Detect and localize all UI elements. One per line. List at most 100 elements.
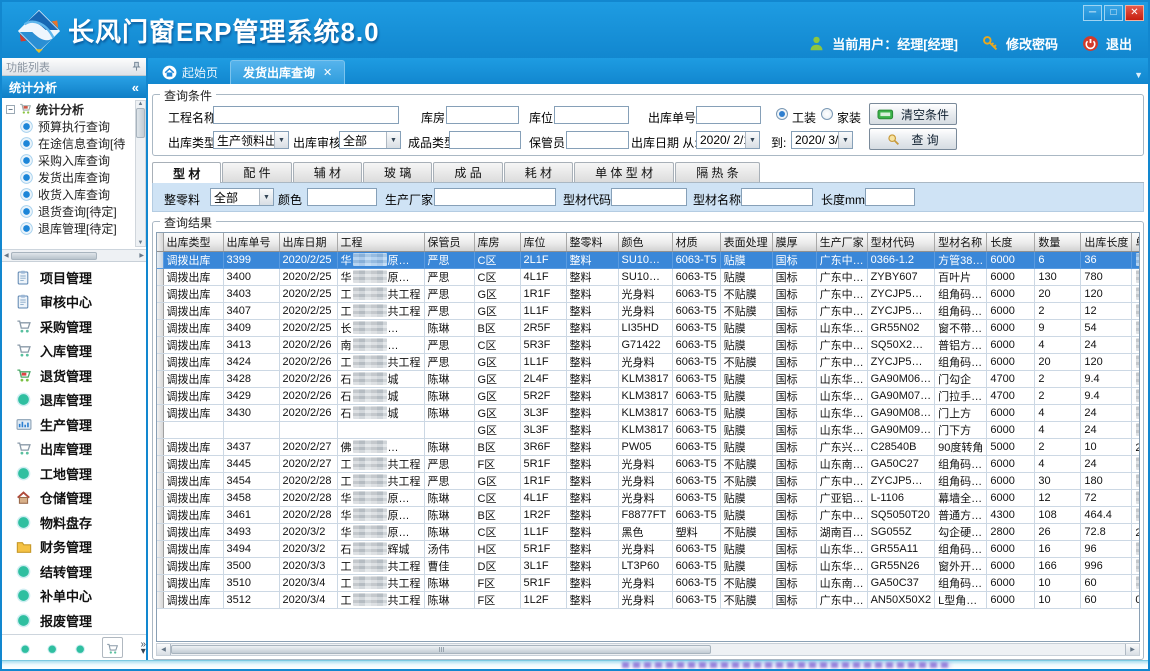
pin-icon[interactable] xyxy=(131,61,142,72)
tab-accessory[interactable]: 配 件 xyxy=(222,162,291,182)
scroll-down-icon[interactable]: ▼ xyxy=(138,240,144,246)
column-header[interactable]: 库位 xyxy=(520,233,566,252)
tab-auxiliary[interactable]: 辅 材 xyxy=(293,162,362,182)
quick-dot-icon[interactable] xyxy=(47,641,57,654)
search-button[interactable]: 查 询 xyxy=(869,128,957,150)
column-header[interactable]: 材质 xyxy=(672,233,720,252)
color-input[interactable] xyxy=(307,188,377,206)
column-header[interactable]: 型材代码 xyxy=(867,233,935,252)
collapse-panel-button[interactable]: « xyxy=(132,80,139,95)
column-header[interactable]: 保管员 xyxy=(424,233,474,252)
table-row[interactable]: 调拨出库35122020/3/4工共工程陈琳F区1L2F整料光身料6063-T5… xyxy=(157,592,1140,609)
table-row[interactable]: 调拨出库34932020/3/2华原…陈琳C区1L1F整料黑色塑料不贴膜国标湖南… xyxy=(157,524,1140,541)
tab-list-dropdown-icon[interactable]: ▼ xyxy=(1134,70,1143,80)
sidebar-item-project-management[interactable]: 项目管理 xyxy=(2,265,146,290)
sidebar-item-finance-management[interactable]: 财务管理 xyxy=(2,535,146,560)
table-row[interactable]: 调拨出库34452020/2/27工共工程严思F区5R1F整料光身料6063-T… xyxy=(157,456,1140,473)
close-button[interactable]: ✕ xyxy=(1125,5,1144,21)
column-header[interactable]: 数量 xyxy=(1035,233,1081,252)
sidebar-item-return-goods-management[interactable]: 退货管理 xyxy=(2,363,146,388)
radio-jiazhuang[interactable] xyxy=(821,108,833,120)
sidebar-item-material-inventory[interactable]: 物料盘存 xyxy=(2,510,146,535)
column-header[interactable]: 出库单号 xyxy=(223,233,279,252)
table-row[interactable]: 调拨出库34302020/2/26石城陈琳G区3L3F整料KLM38176063… xyxy=(157,405,1140,422)
table-row[interactable]: 调拨出库34132020/2/26南…严思C区5R3F整料G714226063-… xyxy=(157,337,1140,354)
radio-gongzhuang[interactable] xyxy=(776,108,788,120)
table-row[interactable]: G区3L3F整料KLM38176063-T5贴膜国标山东华…GA90M09…门下… xyxy=(157,422,1140,439)
project-name-input[interactable] xyxy=(213,106,399,124)
keeper-input[interactable] xyxy=(566,131,629,149)
scrollbar-thumb[interactable] xyxy=(136,108,145,138)
scroll-left-icon[interactable]: ◀ xyxy=(157,644,171,655)
table-row[interactable]: 调拨出库34072020/2/25工共工程严思G区1L1F整料光身料6063-T… xyxy=(157,303,1140,320)
table-row[interactable]: 调拨出库34092020/2/25长…陈琳B区2R5F整料LI35HD6063-… xyxy=(157,320,1140,337)
table-row[interactable]: 调拨出库35102020/3/4工共工程陈琳F区5R1F整料光身料6063-T5… xyxy=(157,575,1140,592)
table-row[interactable]: 调拨出库34002020/2/25华原…严思C区4L1F整料SU10…6063-… xyxy=(157,269,1140,286)
scrollbar-thumb[interactable] xyxy=(11,252,98,260)
sidebar-item-inbound-management[interactable]: 入库管理 xyxy=(2,339,146,364)
column-header[interactable]: 出库长度 xyxy=(1081,233,1132,252)
column-header[interactable]: 单价 xyxy=(1132,233,1140,252)
tab-consumable[interactable]: 耗 材 xyxy=(504,162,573,182)
product-type-input[interactable] xyxy=(449,131,521,149)
logout-button[interactable]: 退出 xyxy=(1106,34,1132,53)
profile-code-input[interactable] xyxy=(611,188,687,206)
tree-vertical-scrollbar[interactable]: ▲ ▼ xyxy=(135,100,146,247)
table-row[interactable]: 调拨出库34582020/2/28华原…陈琳C区4L1F整料光身料6063-T5… xyxy=(157,490,1140,507)
column-header[interactable]: 颜色 xyxy=(618,233,672,252)
sidebar-item-outbound-management[interactable]: 出库管理 xyxy=(2,437,146,462)
sidebar-item-reorder-center[interactable]: 补单中心 xyxy=(2,584,146,609)
out-audit-select[interactable]: 全部▼ xyxy=(339,131,401,149)
whole-piece-select[interactable]: 全部▼ xyxy=(210,188,274,206)
tree-item-shipping-outbound-query[interactable]: 发货出库查询 xyxy=(20,169,146,186)
table-row[interactable]: 调拨出库33992020/2/25华原…严思C区2L1F整料SU10…6063-… xyxy=(157,252,1140,269)
column-header[interactable]: 生产厂家 xyxy=(816,233,867,252)
tab-profile[interactable]: 型 材 xyxy=(152,162,221,183)
out-type-select[interactable]: 生产领料出库▼ xyxy=(213,131,289,149)
tab-insulation-strip[interactable]: 隔 热 条 xyxy=(675,162,760,182)
tab-single-profile[interactable]: 单 体 型 材 xyxy=(574,162,674,182)
scroll-right-icon[interactable]: ▶ xyxy=(139,252,144,259)
table-row[interactable]: 调拨出库34292020/2/26石城陈琳G区5R2F整料KLM38176063… xyxy=(157,388,1140,405)
tree-item-return-stock-query[interactable]: 退库管理[待定] xyxy=(20,220,146,237)
sidebar-item-purchase-management[interactable]: 采购管理 xyxy=(2,314,146,339)
column-header[interactable]: 型材名称 xyxy=(935,233,987,252)
column-header[interactable]: 库房 xyxy=(474,233,520,252)
column-header[interactable]: 整零料 xyxy=(566,233,618,252)
table-row[interactable]: 调拨出库34542020/2/28工共工程严思G区1R1F整料光身料6063-T… xyxy=(157,473,1140,490)
tab-glass[interactable]: 玻 璃 xyxy=(363,162,432,182)
tree-item-in-transit-info-query[interactable]: 在途信息查询[待 xyxy=(20,135,146,152)
sidebar-item-audit-center[interactable]: 审核中心 xyxy=(2,290,146,315)
maker-input[interactable] xyxy=(434,188,556,206)
sidebar-item-return-stock-management[interactable]: 退库管理 xyxy=(2,388,146,413)
close-tab-icon[interactable]: ✕ xyxy=(323,66,332,79)
scroll-up-icon[interactable]: ▲ xyxy=(138,101,144,107)
tree-item-purchase-inbound-query[interactable]: 采购入库查询 xyxy=(20,152,146,169)
change-password-link[interactable]: 修改密码 xyxy=(1006,34,1058,53)
table-row[interactable]: 调拨出库34612020/2/28华原…陈琳B区1R2F整料F8877FT606… xyxy=(157,507,1140,524)
radio-jiazhuang-label[interactable]: 家装 xyxy=(837,109,861,126)
sidebar-item-scrap-management[interactable]: 报废管理 xyxy=(2,608,146,633)
sidebar-item-site-management[interactable]: 工地管理 xyxy=(2,461,146,486)
profile-name-input[interactable] xyxy=(741,188,813,206)
tree-horizontal-scrollbar[interactable]: ◀ ▶ xyxy=(2,250,146,262)
tree-expander-icon[interactable]: − xyxy=(6,105,15,114)
quick-dot-icon[interactable] xyxy=(20,641,30,654)
cart-shortcut-button[interactable] xyxy=(102,637,123,658)
sidebar-item-carryover-management[interactable]: 结转管理 xyxy=(2,559,146,584)
tree-item-receipt-inbound-query[interactable]: 收货入库查询 xyxy=(20,186,146,203)
scroll-right-icon[interactable]: ▶ xyxy=(1125,644,1139,655)
location-input[interactable] xyxy=(554,106,629,124)
sidebar-item-production-management[interactable]: 生产管理 xyxy=(2,412,146,437)
scrollbar-thumb[interactable] xyxy=(171,645,711,654)
column-header[interactable]: 出库日期 xyxy=(279,233,337,252)
column-header[interactable]: 膜厚 xyxy=(772,233,816,252)
length-input[interactable] xyxy=(865,188,915,206)
column-header[interactable]: 表面处理 xyxy=(720,233,772,252)
tree-item-return-goods-query[interactable]: 退货查询[待定] xyxy=(20,203,146,220)
tree-root-statistics[interactable]: − 统计分析 xyxy=(6,100,146,118)
minimize-button[interactable]: ─ xyxy=(1083,5,1102,21)
sidebar-item-warehouse-management[interactable]: 仓储管理 xyxy=(2,486,146,511)
table-row[interactable]: 调拨出库34372020/2/27佛…陈琳B区3R6F整料PW056063-T5… xyxy=(157,439,1140,456)
column-header[interactable]: 出库类型 xyxy=(163,233,223,252)
